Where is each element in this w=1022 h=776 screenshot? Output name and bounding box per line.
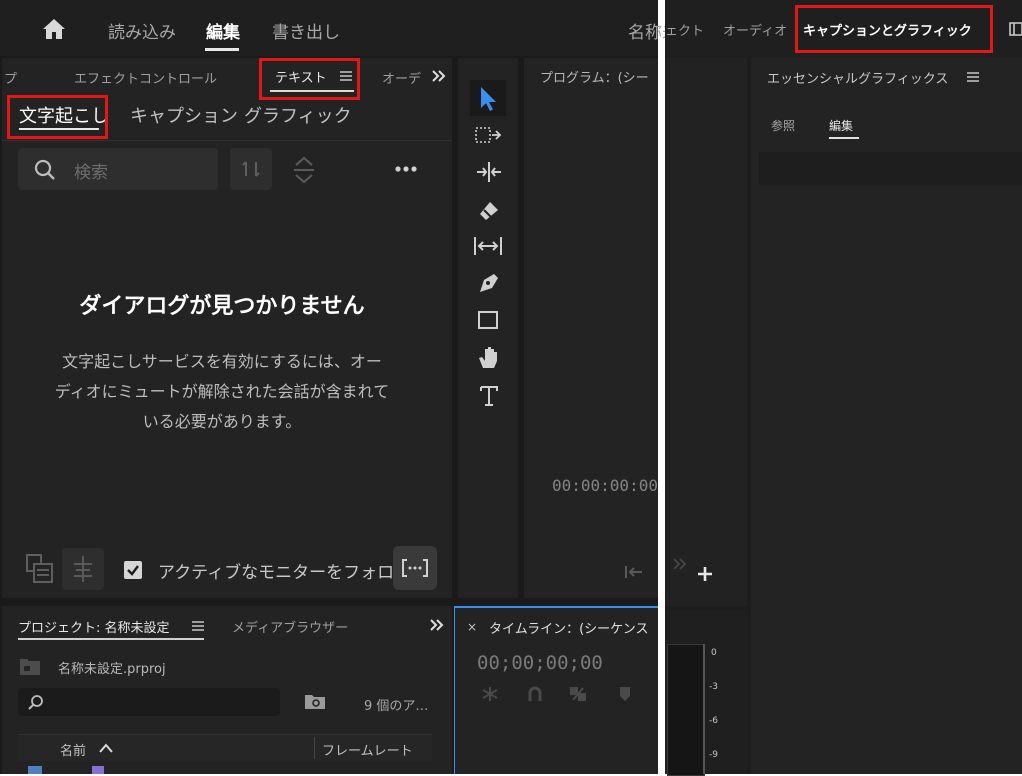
empty-state-line-3: いる必要があります。 [142, 412, 302, 431]
egp-tab-edit-underline [829, 137, 859, 139]
essential-graphics-panel: エッセンシャルグラフィックス 参照 編集 [751, 58, 1022, 774]
case-sensitive-button[interactable] [230, 148, 272, 190]
add-button-icon[interactable] [697, 566, 713, 582]
track-select-tool-icon[interactable] [474, 124, 504, 148]
column-name-header[interactable]: 名前 [60, 740, 86, 759]
program-monitor-panel: プログラム：(シー 00:00:00:00 [524, 58, 658, 598]
rectangle-tool-icon[interactable] [477, 310, 501, 332]
project-panel: プロジェクト: 名称未設定 メディアブラウザー 名称未設定.prproj 9 個… [2, 606, 452, 774]
search-placeholder: 検索 [74, 163, 108, 183]
find-folder-icon[interactable] [304, 692, 326, 710]
subtab-captions[interactable]: キャプション [130, 102, 238, 128]
tab-audio[interactable]: オーデ [382, 68, 421, 87]
timeline-panel: × タイムライン：(シーケンス 00;00;00;00 [454, 606, 658, 774]
nav-edit[interactable]: 編集 [206, 18, 240, 43]
follow-monitor-label: アクティブなモニターをフォロー [158, 563, 412, 583]
meter-scale [703, 644, 705, 774]
tab-effect-controls[interactable]: エフェクトコントロール [74, 68, 217, 87]
egp-tab-browse[interactable]: 参照 [771, 117, 795, 134]
timeline-close-icon[interactable]: × [467, 620, 477, 634]
program-monitor-area [665, 58, 747, 606]
home-icon[interactable] [42, 18, 66, 40]
more-options-icon[interactable] [394, 165, 418, 173]
tab-project[interactable]: プロジェクト: 名称未設定 [18, 617, 170, 636]
right-screenshot: ェクト オーディオ キャプションとグラフィック 0 -3 -6 -9 エッセンシ… [665, 0, 1022, 776]
egp-tab-edit[interactable]: 編集 [829, 117, 853, 134]
nav-edit-underline [205, 48, 239, 51]
top-nav-bar: 読み込み 編集 書き出し 名称未設定 [0, 0, 713, 56]
empty-state-title: ダイアログが見つかりません [79, 294, 365, 319]
project-file-icon [19, 658, 41, 676]
workspace-tab-audio[interactable]: オーディオ [723, 20, 787, 39]
label-color-swatch [28, 766, 42, 774]
split-segment-button[interactable] [62, 548, 104, 590]
type-tool-icon[interactable] [478, 384, 502, 408]
project-overflow-icon[interactable] [430, 619, 444, 631]
razor-tool-icon[interactable] [476, 198, 502, 222]
follow-monitor-checkbox[interactable] [124, 561, 142, 579]
subtab-graphics[interactable]: グラフィック [244, 102, 352, 128]
empty-state-line-1: 文字起こしサービスを有効にするには、オー [62, 352, 382, 371]
highlight-captions-graphics-workspace [795, 5, 993, 53]
nest-toggle-icon[interactable] [481, 686, 499, 702]
list-item[interactable] [18, 766, 432, 774]
slip-tool-icon[interactable] [472, 234, 504, 258]
egp-menu-icon[interactable] [967, 72, 979, 82]
project-search-input[interactable] [18, 688, 280, 716]
meter-tick-9: -9 [709, 750, 718, 760]
program-timecode: 00:00:00:00 [552, 476, 658, 495]
sort-arrows-icon[interactable] [292, 156, 316, 184]
column-fps-header[interactable]: フレームレート [322, 740, 413, 759]
text-panel: プ エフェクトコントロール テキスト オーデ 文字起こし キャプション グラフィ… [2, 58, 452, 598]
empty-state-line-2: ディオにミュートが解除された会話が含まれて [54, 382, 390, 401]
tab-project-underline [18, 638, 204, 640]
snap-icon[interactable] [527, 686, 543, 702]
linked-selection-icon[interactable] [569, 686, 587, 702]
egp-title[interactable]: エッセンシャルグラフィックス [767, 68, 948, 87]
go-to-in-icon[interactable] [624, 564, 646, 580]
highlight-text-tab [259, 58, 360, 100]
meter-tick-0: 0 [711, 648, 717, 658]
tools-panel [458, 58, 518, 598]
column-header-row: 名前 フレームレート [18, 734, 432, 761]
caption-brackets-button[interactable] [393, 546, 437, 590]
transcript-view-icon[interactable] [26, 554, 54, 584]
highlight-transcript-subtab [7, 95, 108, 139]
nav-import[interactable]: 読み込み [108, 18, 176, 43]
pen-tool-icon[interactable] [476, 270, 502, 296]
item-count: 9 個のア… [364, 699, 429, 714]
subtab-divider [2, 140, 452, 141]
add-marker-icon[interactable] [619, 686, 631, 702]
sequence-icon [92, 766, 104, 774]
project-search-icon [28, 694, 44, 710]
meter-tick-6: -6 [709, 716, 718, 726]
tab-cut-off[interactable]: プ [4, 68, 17, 87]
project-filename: 名称未設定.prproj [58, 662, 166, 677]
selection-tool-icon[interactable] [470, 80, 506, 116]
search-input[interactable]: 検索 [18, 148, 218, 190]
egp-toolbar [759, 152, 1022, 186]
audio-meter-panel: 0 -3 -6 -9 [665, 610, 747, 776]
project-menu-icon[interactable] [192, 621, 204, 631]
audio-meter-track [667, 644, 705, 776]
overflow-chevron-icon-2[interactable] [673, 558, 687, 570]
program-monitor-title[interactable]: プログラム：(シー [540, 67, 649, 86]
tab-timeline[interactable]: タイムライン：(シーケンス [489, 618, 649, 637]
search-icon [34, 159, 56, 181]
tab-media-browser[interactable]: メディアブラウザー [232, 617, 348, 636]
workspace-tab-effects[interactable]: ェクト [665, 20, 704, 39]
timeline-timecode: 00;00;00;00 [477, 652, 603, 674]
meter-tick-3: -3 [709, 682, 718, 692]
ripple-edit-tool-icon[interactable] [474, 160, 504, 184]
column-divider [314, 737, 315, 759]
sort-ascending-icon[interactable] [98, 742, 114, 754]
nav-export[interactable]: 書き出し [272, 18, 340, 43]
hand-tool-icon[interactable] [476, 344, 502, 370]
overflow-chevron-icon[interactable] [432, 70, 446, 82]
panel-layout-icon[interactable] [1009, 22, 1022, 36]
